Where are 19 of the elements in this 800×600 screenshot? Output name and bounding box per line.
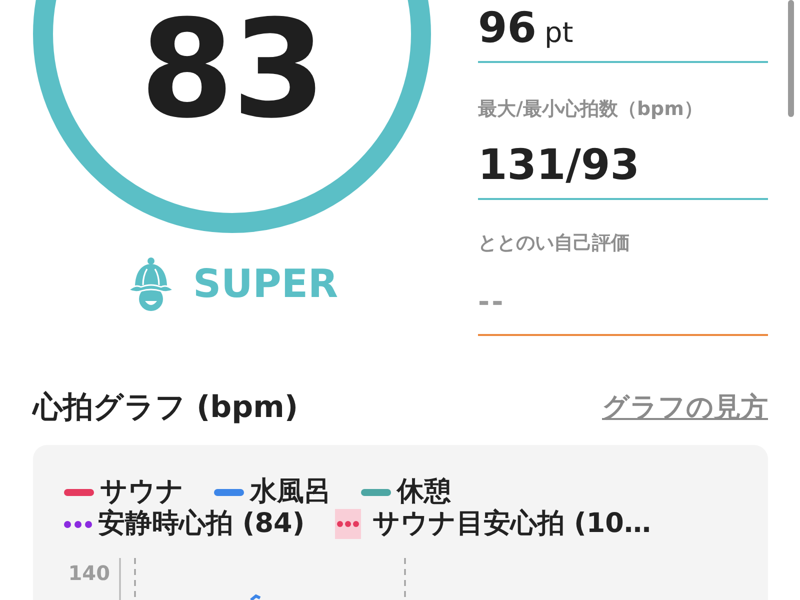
stat-label: 最大/最小心拍数（bpm） <box>478 97 704 122</box>
legend-label: 休憩 <box>397 476 451 508</box>
rank-label: SUPER <box>192 264 338 304</box>
y-axis <box>119 558 121 600</box>
empty-value: -- <box>478 284 506 320</box>
stat-value: 96 <box>478 3 536 53</box>
stat-unit: pt <box>544 15 574 51</box>
section-title: 心拍グラフ (bpm) <box>33 388 298 426</box>
legend-label: 安静時心拍 (84) <box>98 508 305 540</box>
stat-label: ととのい自己評価 <box>478 231 631 256</box>
legend-label: サウナ目安心拍 (10… <box>372 508 651 540</box>
scrollbar-thumb[interactable] <box>788 0 794 117</box>
y-axis-label: 140 <box>67 560 110 587</box>
legend-label: 水風呂 <box>250 476 331 508</box>
graph-help-link[interactable]: グラフの見方 <box>602 390 768 426</box>
stat-value: 131/93 <box>478 140 640 190</box>
heart-rate-line <box>250 594 261 600</box>
score-value: 83 <box>140 2 324 137</box>
legend-label: サウナ <box>100 476 184 508</box>
